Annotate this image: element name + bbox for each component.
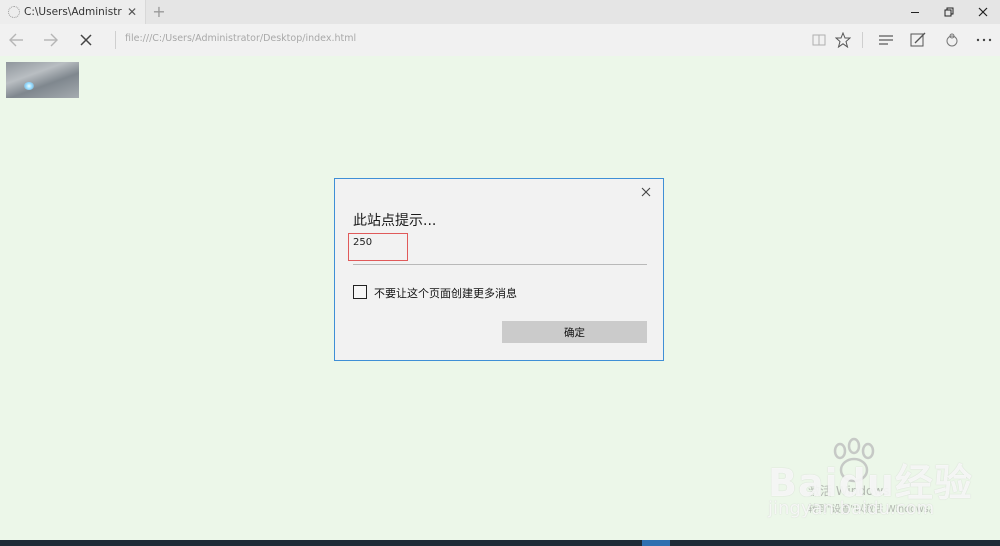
dialog-message: 250 [353, 237, 373, 248]
address-bar[interactable]: file:///C:/Users/Administrator/Desktop/i… [125, 33, 356, 44]
minimize-button[interactable] [898, 0, 932, 24]
star-icon [835, 32, 851, 48]
suppress-dialogs-checkbox[interactable] [353, 285, 367, 299]
image-highlight [24, 82, 34, 90]
tab-close-icon[interactable]: ✕ [125, 5, 139, 19]
forward-arrow-icon [44, 33, 58, 47]
share-button[interactable] [943, 31, 961, 49]
tab-strip: C:\Users\Administrator\ ✕ + [0, 0, 1000, 24]
web-note-button[interactable] [909, 31, 927, 49]
forward-button[interactable] [41, 30, 61, 50]
hub-icon [879, 35, 893, 45]
reading-view-button[interactable] [810, 31, 828, 49]
stop-loading-button[interactable] [76, 30, 96, 50]
ok-button[interactable]: 确定 [502, 321, 647, 343]
restore-icon [944, 7, 954, 17]
share-icon [946, 33, 958, 47]
hub-button[interactable] [877, 31, 895, 49]
taskbar-active-item[interactable] [642, 540, 670, 546]
minimize-icon [911, 12, 919, 13]
favorite-button[interactable] [834, 31, 852, 49]
more-icon [976, 38, 992, 42]
toolbar-separator [862, 32, 863, 48]
stop-icon [80, 34, 92, 46]
taskbar [0, 540, 1000, 546]
close-icon [978, 7, 988, 17]
dialog-title: 此站点提示... [353, 213, 437, 229]
web-note-icon [910, 32, 926, 47]
back-arrow-icon [9, 33, 23, 47]
alert-dialog: 此站点提示... 250 不要让这个页面创建更多消息 确定 [334, 178, 664, 361]
dialog-close-button[interactable] [639, 185, 653, 199]
page-image [6, 62, 79, 98]
close-icon [641, 187, 651, 197]
tab-title: C:\Users\Administrator\ [24, 6, 122, 18]
more-button[interactable] [975, 31, 993, 49]
restore-button[interactable] [932, 0, 966, 24]
back-button[interactable] [6, 30, 26, 50]
browser-tab[interactable]: C:\Users\Administrator\ ✕ [0, 0, 146, 24]
reading-view-icon [812, 34, 826, 46]
new-tab-button[interactable]: + [150, 3, 168, 21]
suppress-dialogs-label[interactable]: 不要让这个页面创建更多消息 [374, 285, 517, 301]
close-window-button[interactable] [966, 0, 1000, 24]
baidu-site-watermark: jingyan.baidu.com [768, 498, 935, 519]
dialog-divider [353, 264, 647, 265]
loading-spinner-icon [8, 6, 20, 18]
address-separator [115, 31, 116, 49]
navigation-bar: file:///C:/Users/Administrator/Desktop/i… [0, 24, 1000, 56]
